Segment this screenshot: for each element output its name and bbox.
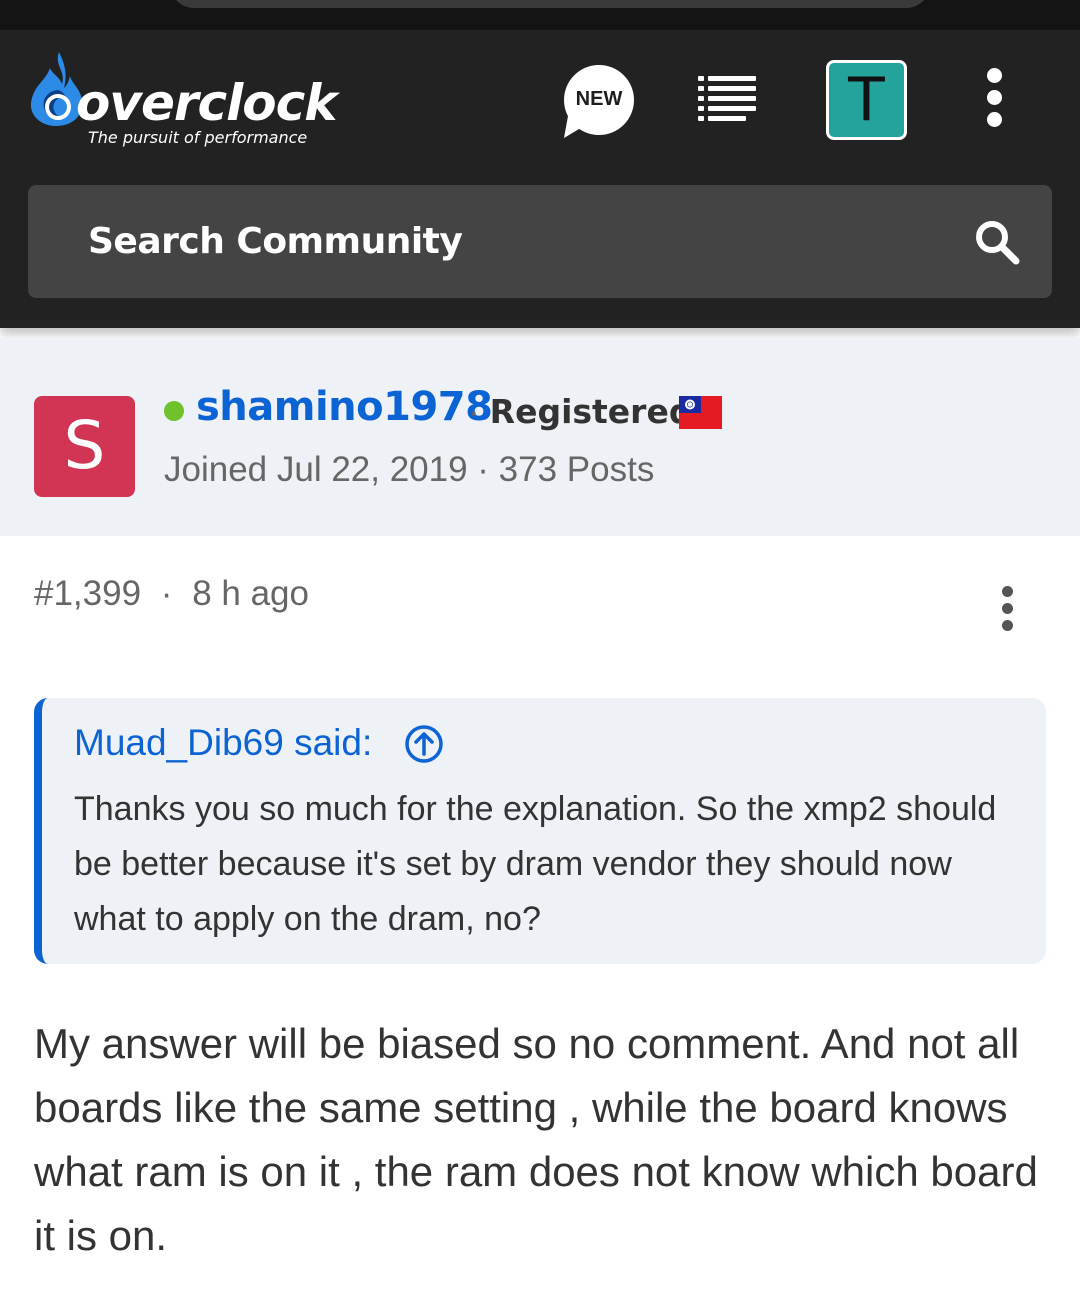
author-name-link[interactable]: shamino1978: [196, 384, 493, 430]
role-label: Registered: [489, 392, 693, 431]
more-menu-button[interactable]: [982, 68, 1008, 128]
arrow-up-circle-icon[interactable]: [404, 724, 444, 764]
post-options-button[interactable]: [996, 586, 1020, 634]
author-role: · Registered: [468, 392, 692, 432]
taiwan-flag-icon: [679, 396, 722, 429]
logo-wordmark: overclock: [76, 74, 338, 132]
browser-url-pill[interactable]: [170, 0, 930, 8]
author-meta: Joined Jul 22, 2019 · 373 Posts: [164, 450, 655, 489]
new-posts-button[interactable]: NEW: [562, 64, 638, 140]
logo-tagline: The pursuit of performance: [88, 128, 308, 147]
post-number-link[interactable]: #1,399: [34, 574, 141, 613]
user-avatar-button[interactable]: T: [826, 60, 907, 140]
post-author-card: S shamino1978 · Registered Joined Jul 22,…: [0, 338, 1080, 536]
role-separator: ·: [468, 392, 480, 431]
search-bar[interactable]: Search Community: [28, 185, 1052, 298]
quote-block: Muad_Dib69 said: Thanks you so much for …: [34, 698, 1046, 964]
search-icon[interactable]: [974, 219, 1020, 265]
search-input[interactable]: Search Community: [88, 221, 463, 262]
list-icon: [698, 76, 756, 121]
post-meta-separator: ·: [160, 574, 173, 613]
site-logo[interactable]: overclock The pursuit of performance: [26, 50, 338, 160]
quote-author-link[interactable]: Muad_Dib69 said:: [74, 722, 372, 764]
post-timestamp: 8 h ago: [192, 574, 309, 613]
online-status-dot: [164, 401, 184, 421]
new-label: NEW: [575, 88, 623, 110]
status-bar-strip: [0, 0, 1080, 30]
site-header: overclock The pursuit of performance NEW…: [0, 30, 1080, 328]
author-avatar[interactable]: S: [34, 396, 135, 497]
post-meta: #1,399 · 8 h ago: [34, 574, 309, 614]
quote-text: Thanks you so much for the explanation. …: [74, 790, 997, 938]
list-menu-button[interactable]: [696, 74, 758, 128]
post-body: My answer will be biased so no comment. …: [34, 1020, 1038, 1259]
